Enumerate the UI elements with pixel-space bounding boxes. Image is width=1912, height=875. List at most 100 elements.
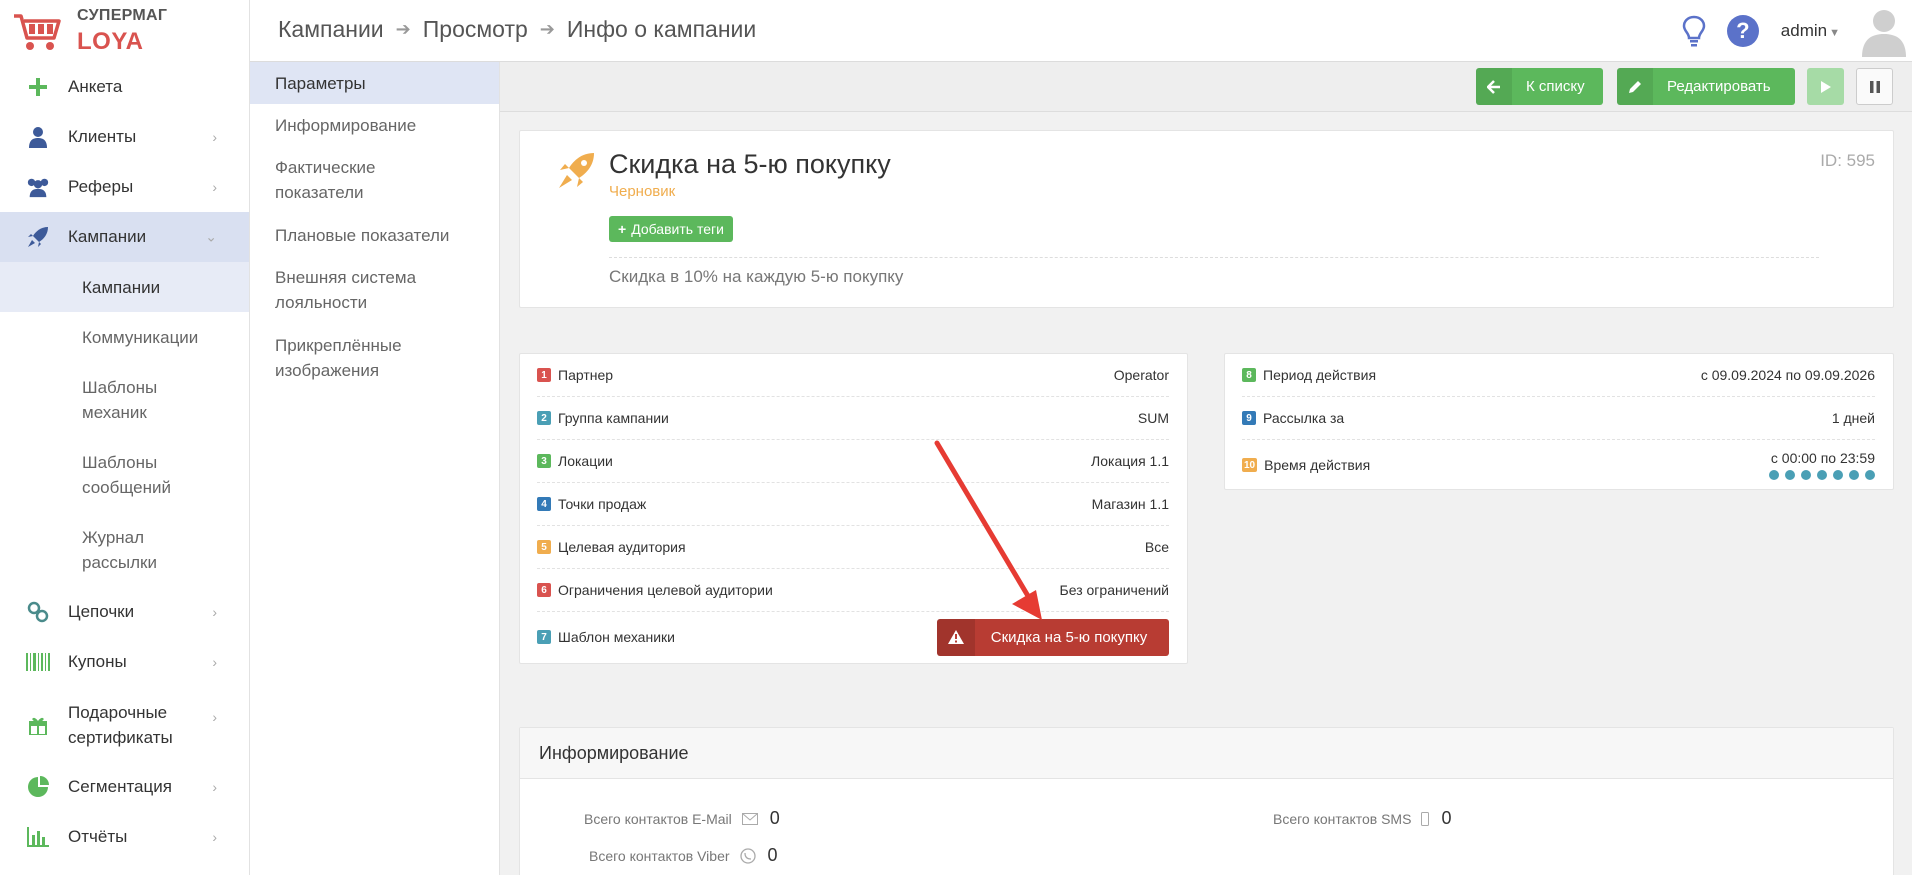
param-row-partner: 1 Партнер Operator — [537, 354, 1169, 397]
cart-icon — [14, 14, 61, 50]
weekday-dot — [1769, 470, 1779, 480]
stat-viber-label: Всего контактов Viber — [589, 847, 730, 864]
sidebar-item-chains[interactable]: Цепочки › — [0, 587, 249, 637]
top-right-controls: ? admin ▼ — [1679, 0, 1912, 62]
gift-icon — [26, 713, 50, 737]
arrow-right-icon: ➔ — [539, 19, 555, 39]
sidebar-item-segmentation[interactable]: Сегментация › — [0, 762, 249, 812]
campaign-title: Скидка на 5-ю покупку — [609, 149, 891, 179]
sidebar-item-label: Подарочные сертификаты — [68, 702, 173, 747]
param-row-target-audience: 5 Целевая аудитория Все — [537, 526, 1169, 569]
pie-icon — [26, 775, 50, 799]
add-tags-button[interactable]: + Добавить теги — [609, 216, 733, 242]
logo-top-text: СУПЕРМАГ — [77, 7, 168, 24]
plus-icon — [26, 75, 50, 99]
info-row-action-time: 10 Время действия с 00:00 по 23:59 — [1242, 440, 1875, 490]
stat-email-value: 0 — [769, 808, 780, 828]
info-value: с 00:00 по 23:59 — [1770, 450, 1875, 466]
param-number-badge: 9 — [1242, 411, 1256, 425]
param-number-badge: 2 — [537, 411, 551, 425]
sidebar-subitem-mailing-log[interactable]: Журнал рассылки — [0, 512, 249, 587]
sidebar-item-clients[interactable]: Клиенты › — [0, 112, 249, 162]
section-item-external-loyalty[interactable]: Внешняя система лояльности — [250, 256, 499, 324]
user-menu[interactable]: admin ▼ — [1781, 21, 1840, 41]
param-number-badge: 1 — [537, 368, 551, 382]
breadcrumb-item-campaigns[interactable]: Кампании — [278, 16, 384, 43]
sidebar-item-label: Реферы — [68, 177, 134, 196]
edit-label: Редактировать — [1667, 78, 1771, 95]
param-label: Партнер — [558, 367, 614, 383]
stat-viber: Всего контактов Viber 0 — [584, 845, 778, 866]
divider — [609, 257, 1819, 258]
informing-title: Информирование — [520, 728, 1893, 779]
sidebar-item-coupons[interactable]: Купоны › — [0, 637, 249, 687]
weekday-dot — [1849, 470, 1859, 480]
pause-button[interactable] — [1856, 68, 1893, 105]
logo[interactable]: СУПЕРМАГ LOYA — [0, 0, 250, 62]
stat-email-label: Всего контактов E-Mail — [584, 810, 732, 827]
section-item-actual-indicators[interactable]: Фактические показатели — [250, 146, 499, 214]
param-value: Магазин 1.1 — [1091, 496, 1169, 512]
sidebar-item-questionnaire[interactable]: Анкета — [0, 62, 249, 112]
play-button[interactable] — [1807, 68, 1844, 105]
param-number-badge: 5 — [537, 540, 551, 554]
chevron-down-icon: ⌄ — [205, 228, 217, 245]
viber-icon — [739, 847, 756, 864]
param-value: SUM — [1137, 410, 1169, 426]
mechanic-template-button[interactable]: Скидка на 5-ю покупку — [937, 618, 1169, 656]
question-icon[interactable]: ? — [1726, 15, 1759, 47]
logo-bottom-text: LOYA — [77, 28, 144, 55]
sidebar-subitem-mechanic-templates[interactable]: Шаблоны механик — [0, 362, 249, 437]
toolbar: К списку Редактировать — [500, 62, 1912, 112]
sidebar-subitem-campaigns[interactable]: Кампании — [0, 262, 249, 312]
breadcrumb-item-info: Инфо о кампании — [566, 16, 757, 42]
campaign-header-card: Скидка на 5-ю покупку Черновик + Добавит… — [519, 130, 1894, 308]
user-name: admin — [1780, 21, 1828, 40]
info-label: Время действия — [1264, 457, 1371, 473]
breadcrumb-item-view[interactable]: Просмотр — [423, 16, 528, 43]
edit-button[interactable]: Редактировать — [1617, 68, 1795, 105]
param-row-locations: 3 Локации Локация 1.1 — [537, 440, 1169, 483]
sidebar-subitem-communications[interactable]: Коммуникации — [0, 312, 249, 362]
param-value: Без ограничений — [1059, 582, 1169, 598]
weekday-dot — [1801, 470, 1811, 480]
stat-email: Всего контактов E-Mail 0 — [584, 808, 780, 829]
info-value: с 09.09.2024 по 09.09.2026 — [1700, 367, 1875, 383]
sidebar-subitem-message-templates[interactable]: Шаблоны сообщений — [0, 437, 249, 512]
sidebar-item-gift-certificates[interactable]: Подарочные сертификаты › — [0, 687, 249, 762]
param-value: Operator — [1113, 367, 1169, 383]
section-item-parameters[interactable]: Параметры — [250, 62, 499, 104]
info-row-mailing: 9 Рассылка за 1 дней — [1242, 397, 1875, 440]
weekday-dot — [1817, 470, 1827, 480]
sidebar-item-label: Купоны — [68, 652, 127, 671]
section-item-attached-images[interactable]: Прикреплённые изображения — [250, 324, 499, 392]
users-icon — [26, 175, 50, 199]
chevron-right-icon: › — [212, 129, 217, 145]
top-bar: СУПЕРМАГ LOYA Кампании ➔ Просмотр ➔ Инфо… — [0, 0, 1912, 62]
barcode-icon — [26, 650, 50, 674]
section-item-informing[interactable]: Информирование — [250, 104, 499, 146]
sidebar-item-reports[interactable]: Отчёты › — [0, 812, 249, 862]
sidebar-item-referrers[interactable]: Реферы › — [0, 162, 249, 212]
info-row-period: 8 Период действия с 09.09.2024 по 09.09.… — [1242, 354, 1875, 397]
param-row-sale-points: 4 Точки продаж Магазин 1.1 — [537, 483, 1169, 526]
lightbulb-icon[interactable] — [1679, 14, 1709, 48]
sidebar-item-campaigns[interactable]: Кампании ⌄ — [0, 212, 249, 262]
weekday-dot — [1865, 470, 1875, 480]
rocket-icon — [26, 225, 50, 249]
parameters-card: 1 Партнер Operator 2 Группа кампании SUM… — [519, 353, 1188, 664]
sidebar-item-label: Сегментация — [68, 777, 172, 796]
weekday-dots — [1769, 470, 1875, 480]
avatar-icon[interactable] — [1860, 5, 1908, 57]
pause-icon — [1869, 80, 1880, 93]
param-row-mechanic-template: 7 Шаблон механики Скидка на 5-ю покупку — [537, 612, 1169, 662]
chevron-right-icon: › — [212, 829, 217, 845]
warning-icon — [937, 618, 975, 656]
back-to-list-button[interactable]: К списку — [1476, 68, 1603, 105]
param-row-audience-restrictions: 6 Ограничения целевой аудитории Без огра… — [537, 569, 1169, 612]
param-label: Шаблон механики — [558, 629, 675, 645]
user-icon — [26, 125, 50, 149]
sidebar-item-label: Кампании — [68, 227, 147, 246]
section-item-planned-indicators[interactable]: Плановые показатели — [250, 214, 499, 256]
param-label: Локации — [558, 453, 613, 469]
